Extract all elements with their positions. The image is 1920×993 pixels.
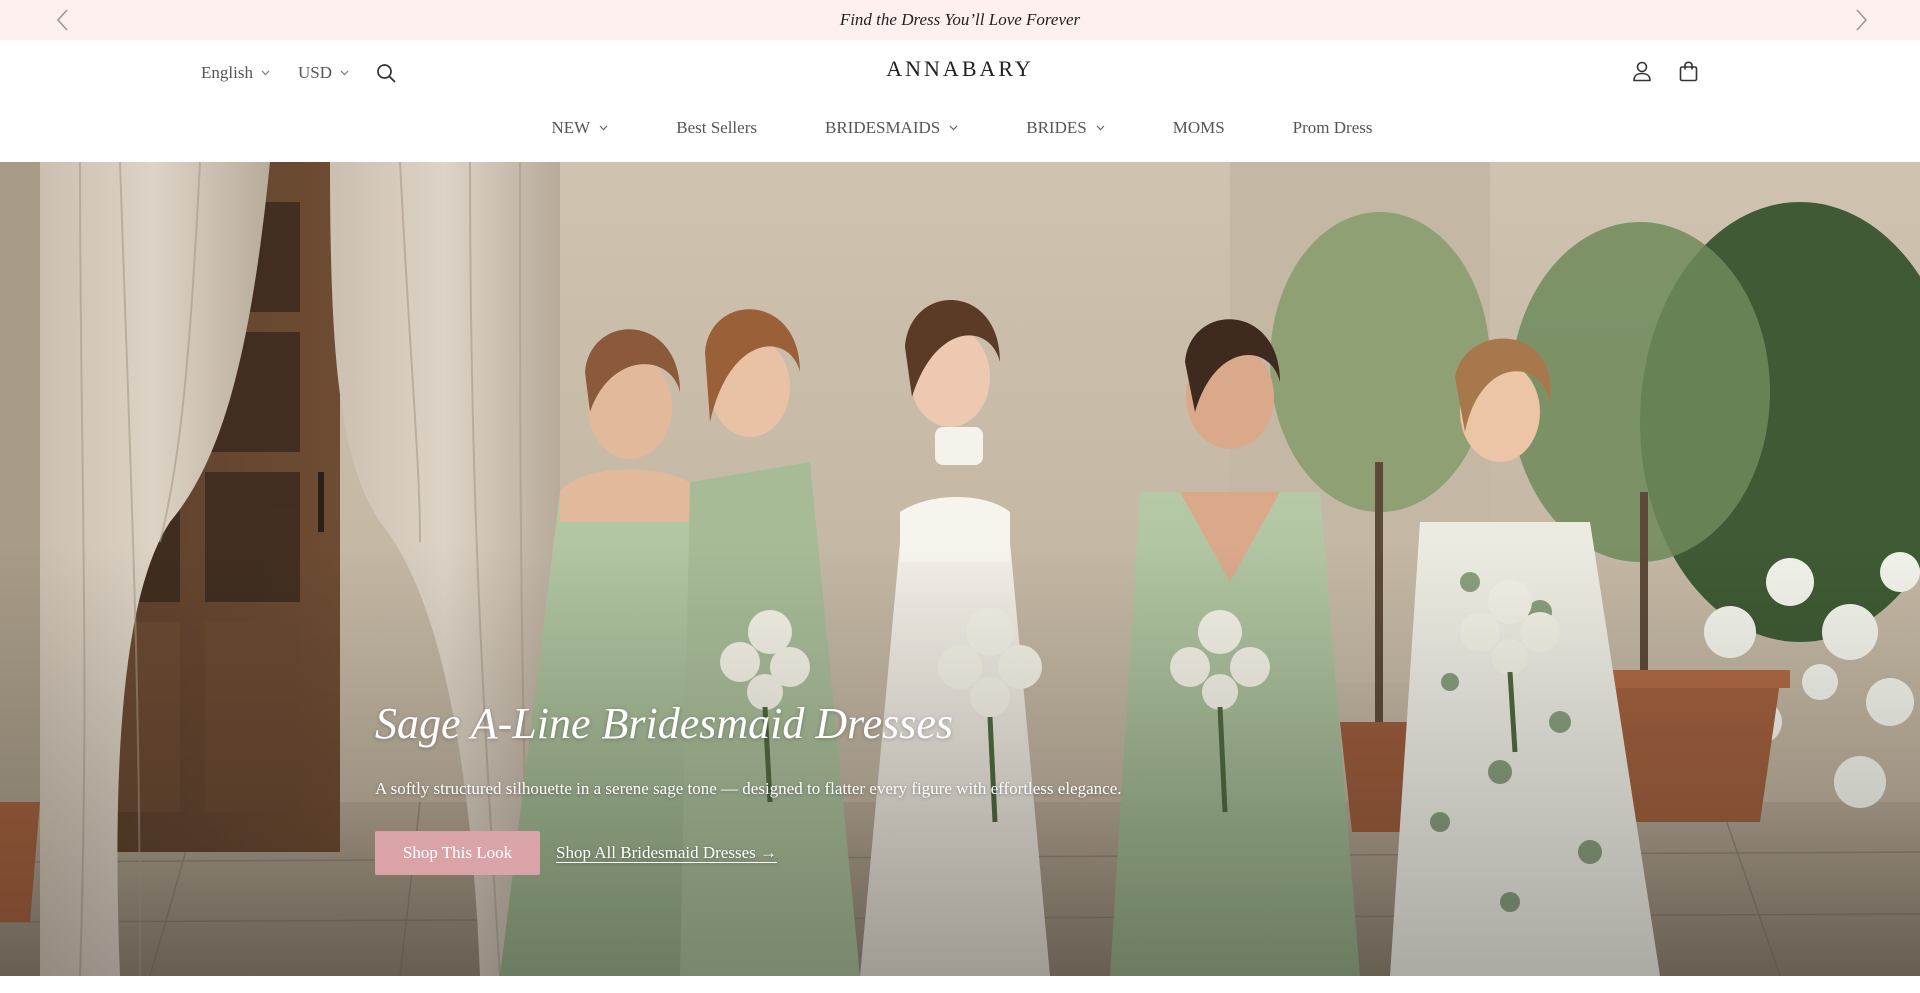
announcement-next-button[interactable] — [1842, 0, 1882, 40]
site-logo[interactable]: ANNABARY — [886, 56, 1033, 81]
bag-icon — [1679, 60, 1698, 81]
main-nav: NEW Best Sellers BRIDESMAIDS BRIDES MOMS… — [0, 118, 1920, 138]
nav-item-moms[interactable]: MOMS — [1169, 118, 1225, 138]
nav-item-label: MOMS — [1172, 118, 1225, 137]
chevron-down-icon — [949, 125, 958, 131]
site-header: English USD ANNABARY NEW Best Sellers BR… — [0, 40, 1920, 162]
nav-item-label: Best Sellers — [676, 118, 757, 137]
nav-item-label: Prom Dress — [1292, 118, 1373, 137]
nav-item-prom-dress[interactable]: Prom Dress — [1289, 118, 1373, 138]
nav-item-best-sellers[interactable]: Best Sellers — [672, 118, 757, 138]
nav-item-label: BRIDESMAIDS — [824, 118, 941, 137]
shop-all-bridesmaid-link[interactable]: Shop All Bridesmaid Dresses → — [556, 843, 777, 863]
hero-actions: Shop This Look Shop All Bridesmaid Dress… — [375, 831, 1122, 875]
page-bottom-strip — [0, 976, 1920, 993]
account-button[interactable] — [1632, 56, 1656, 86]
hero-subtitle: A softly structured silhouette in a sere… — [375, 779, 1122, 798]
chevron-right-icon — [1856, 9, 1868, 31]
announcement-prev-button[interactable] — [42, 0, 82, 40]
user-icon — [1633, 61, 1651, 81]
announcement-text: Find the Dress You’ll Love Forever — [839, 10, 1081, 29]
nav-item-label: NEW — [551, 118, 591, 137]
cart-button[interactable] — [1679, 56, 1703, 86]
nav-item-label: BRIDES — [1026, 118, 1087, 137]
nav-item-bridesmaids[interactable]: BRIDESMAIDS — [821, 118, 958, 138]
nav-item-new[interactable]: NEW — [548, 118, 609, 138]
hero-copy: Sage A-Line Bridesmaid Dresses A softly … — [375, 698, 1122, 875]
chevron-down-icon — [1096, 125, 1105, 131]
nav-item-brides[interactable]: BRIDES — [1022, 118, 1105, 138]
hero-banner[interactable]: Sage A-Line Bridesmaid Dresses A softly … — [0, 162, 1920, 976]
shop-this-look-button[interactable]: Shop This Look — [375, 831, 540, 875]
announcement-bar: Find the Dress You’ll Love Forever — [0, 0, 1920, 40]
hero-title: Sage A-Line Bridesmaid Dresses — [375, 699, 954, 748]
chevron-left-icon — [56, 9, 68, 31]
chevron-down-icon — [599, 125, 608, 131]
